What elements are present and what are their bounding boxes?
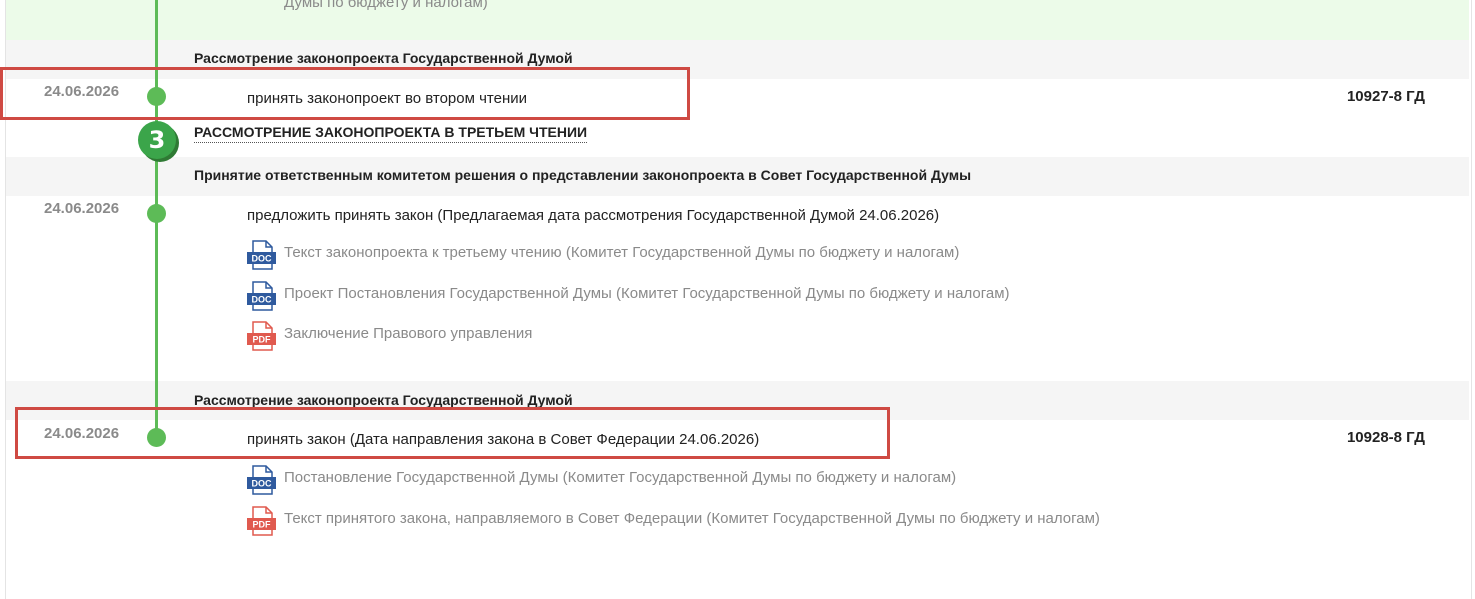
svg-text:DOC: DOC [252, 295, 273, 305]
event-decision: предложить принять закон (Предлагаемая д… [247, 207, 940, 224]
document-link[interactable]: Заключение Правового управления [284, 325, 532, 342]
stage-number-badge: 3 [138, 121, 176, 159]
highlight-box [15, 407, 890, 459]
document-link[interactable]: Текст принятого закона, направляемого в … [284, 510, 1100, 527]
event-title: Рассмотрение законопроекта Государственн… [194, 50, 573, 66]
svg-text:DOC: DOC [252, 479, 273, 489]
resolution-number[interactable]: 10927-8 ГД [1347, 88, 1425, 105]
timeline-dot [147, 204, 166, 223]
event-date: 24.06.2026 [44, 200, 120, 217]
previous-event-band [6, 0, 1469, 40]
document-link[interactable]: Текст законопроекта к третьему чтению (К… [284, 244, 959, 261]
doc-file-icon: DOC [247, 281, 276, 311]
event-title: Рассмотрение законопроекта Государственн… [194, 392, 573, 408]
document-link[interactable]: Постановление Государственной Думы (Коми… [284, 469, 956, 486]
highlight-box [0, 67, 690, 120]
document-link[interactable]: Проект Постановления Государственной Дум… [284, 285, 1010, 302]
resolution-number[interactable]: 10928-8 ГД [1347, 429, 1425, 446]
pdf-file-icon: PDF [247, 506, 276, 536]
event-title: Принятие ответственным комитетом решения… [194, 167, 972, 183]
svg-text:PDF: PDF [253, 335, 272, 345]
stage-title[interactable]: РАССМОТРЕНИЕ ЗАКОНОПРОЕКТА В ТРЕТЬЕМ ЧТЕ… [194, 124, 588, 143]
svg-text:DOC: DOC [252, 254, 273, 264]
svg-text:PDF: PDF [253, 520, 272, 530]
doc-file-icon: DOC [247, 240, 276, 270]
doc-file-icon: DOC [247, 465, 276, 495]
pdf-file-icon: PDF [247, 321, 276, 351]
previous-document-link[interactable]: Думы по бюджету и налогам) [284, 0, 488, 11]
